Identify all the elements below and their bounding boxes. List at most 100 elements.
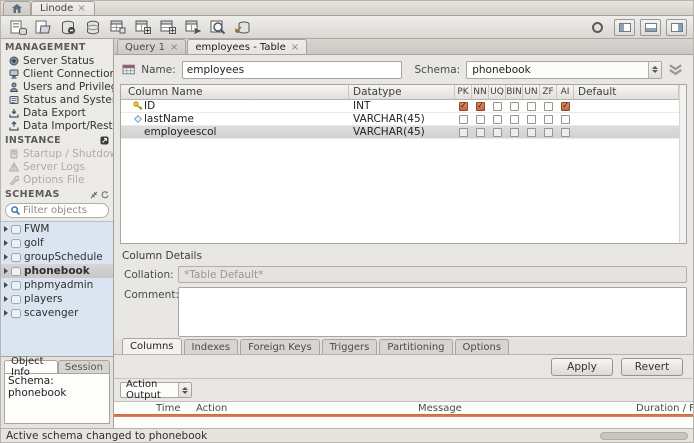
apply-button[interactable]: Apply — [551, 357, 613, 376]
zf-checkbox[interactable] — [544, 114, 553, 124]
open-sql-script-icon[interactable] — [32, 18, 54, 37]
sidebar-item-data-export[interactable]: Data Export — [1, 106, 113, 119]
subtab-triggers[interactable]: Triggers — [321, 339, 378, 354]
horizontal-scrollbar-thumb[interactable] — [600, 431, 688, 440]
un-checkbox[interactable] — [527, 114, 536, 124]
expander-icon[interactable] — [4, 296, 8, 302]
bin-checkbox[interactable] — [510, 101, 519, 111]
uq-checkbox[interactable] — [493, 127, 502, 137]
header-ai[interactable]: AI — [557, 85, 574, 99]
sidebar-item-server-status[interactable]: Server Status — [1, 54, 113, 67]
header-time[interactable]: Time — [156, 403, 196, 414]
pk-checkbox[interactable] — [459, 101, 468, 111]
subtab-options[interactable]: Options — [454, 339, 510, 354]
ai-checkbox[interactable] — [561, 101, 570, 111]
column-default[interactable] — [574, 100, 679, 112]
expander-icon[interactable] — [4, 268, 8, 274]
schema-item-golf[interactable]: golf — [1, 236, 113, 250]
tab-session[interactable]: Session — [57, 360, 110, 373]
header-zf[interactable]: ZF — [540, 85, 557, 99]
nn-checkbox[interactable] — [476, 114, 485, 124]
expander-icon[interactable] — [4, 310, 8, 316]
new-query-tab-icon[interactable] — [7, 18, 29, 37]
table-name-input[interactable] — [181, 60, 403, 79]
sidebar-item-users-privileges[interactable]: Users and Privileges — [1, 80, 113, 93]
stepper-icon[interactable] — [178, 383, 191, 397]
output-selector[interactable]: Action Output — [120, 379, 192, 401]
pk-checkbox[interactable] — [459, 127, 468, 137]
toggle-output-panel-icon[interactable] — [640, 18, 661, 36]
un-checkbox[interactable] — [527, 101, 536, 111]
subtab-columns[interactable]: Columns — [122, 338, 182, 354]
search-data-icon[interactable] — [207, 18, 229, 37]
bin-checkbox[interactable] — [510, 114, 519, 124]
sidebar-item-options-file[interactable]: Options File — [1, 173, 113, 186]
header-duration-fetch[interactable]: Duration / Fetch — [636, 403, 693, 414]
ai-checkbox[interactable] — [561, 127, 570, 137]
header-uq[interactable]: UQ — [489, 85, 506, 99]
zf-checkbox[interactable] — [544, 101, 553, 111]
schema-item-phonebook[interactable]: phonebook — [1, 264, 113, 278]
comment-textarea[interactable] — [178, 287, 687, 337]
sidebar-item-status-variables[interactable]: Status and System Variables — [1, 93, 113, 106]
home-tab[interactable] — [3, 1, 31, 15]
collapse-chevron-icon[interactable] — [668, 63, 683, 76]
column-default[interactable] — [574, 113, 679, 125]
close-icon[interactable]: × — [170, 42, 178, 53]
schema-item-phpmyadmin[interactable]: phpmyadmin — [1, 278, 113, 292]
schema-item-groupschedule[interactable]: groupSchedule — [1, 250, 113, 264]
grid-scrollbar[interactable] — [679, 85, 686, 243]
header-pk[interactable]: PK — [455, 85, 472, 99]
header-message[interactable]: Message — [418, 403, 636, 414]
schema-item-scavenger[interactable]: scavenger — [1, 306, 113, 320]
expand-schemas-icon[interactable] — [90, 191, 98, 199]
sidebar-item-client-connections[interactable]: Client Connections — [1, 67, 113, 80]
uq-checkbox[interactable] — [493, 114, 502, 124]
create-table-icon[interactable] — [82, 18, 104, 37]
nn-checkbox[interactable] — [476, 127, 485, 137]
expander-icon[interactable] — [4, 254, 8, 260]
pk-checkbox[interactable] — [459, 114, 468, 124]
column-row-employeescol[interactable]: employeescol VARCHAR(45) — [121, 126, 679, 139]
subtab-indexes[interactable]: Indexes — [183, 339, 239, 354]
ai-checkbox[interactable] — [561, 114, 570, 124]
create-schema-icon[interactable] — [57, 18, 79, 37]
refresh-schemas-icon[interactable] — [101, 190, 109, 199]
column-row-lastname[interactable]: lastName VARCHAR(45) — [121, 113, 679, 126]
schema-select[interactable]: phonebook — [466, 60, 662, 79]
grid-empty-area[interactable] — [121, 139, 679, 243]
sidebar-item-startup-shutdown[interactable]: Startup / Shutdown — [1, 147, 113, 160]
tab-employees-table[interactable]: employees - Table × — [187, 39, 308, 54]
instance-config-icon[interactable] — [100, 136, 109, 145]
sidebar-item-data-import[interactable]: Data Import/Restore — [1, 119, 113, 132]
connection-tab[interactable]: Linode × — [31, 1, 95, 15]
column-default[interactable] — [574, 126, 679, 138]
header-un[interactable]: UN — [523, 85, 540, 99]
tab-query-1[interactable]: Query 1 × — [117, 39, 187, 54]
nn-checkbox[interactable] — [476, 101, 485, 111]
header-default[interactable]: Default — [574, 85, 679, 99]
reconnect-dbms-icon[interactable] — [232, 18, 254, 37]
un-checkbox[interactable] — [527, 127, 536, 137]
close-icon[interactable]: × — [291, 42, 299, 53]
header-action[interactable]: Action — [196, 403, 418, 414]
expander-icon[interactable] — [4, 226, 8, 232]
tab-object-info[interactable]: Object Info — [4, 356, 58, 378]
column-row-id[interactable]: ID INT — [121, 100, 679, 113]
header-column-name[interactable]: Column Name — [121, 85, 349, 99]
schema-item-players[interactable]: players — [1, 292, 113, 306]
revert-button[interactable]: Revert — [621, 357, 683, 376]
expander-icon[interactable] — [4, 240, 8, 246]
toggle-right-sidebar-icon[interactable] — [666, 18, 687, 36]
uq-checkbox[interactable] — [493, 101, 502, 111]
expander-icon[interactable] — [4, 282, 8, 288]
create-view-icon[interactable] — [107, 18, 129, 37]
create-function-icon[interactable] — [157, 18, 179, 37]
close-icon[interactable]: × — [77, 3, 85, 14]
schema-filter-input[interactable] — [23, 205, 103, 216]
subtab-foreign-keys[interactable]: Foreign Keys — [240, 339, 320, 354]
header-bin[interactable]: BIN — [506, 85, 523, 99]
toggle-left-sidebar-icon[interactable] — [614, 18, 635, 36]
stepper-icon[interactable] — [647, 61, 661, 78]
schema-filter-box[interactable] — [5, 203, 109, 218]
